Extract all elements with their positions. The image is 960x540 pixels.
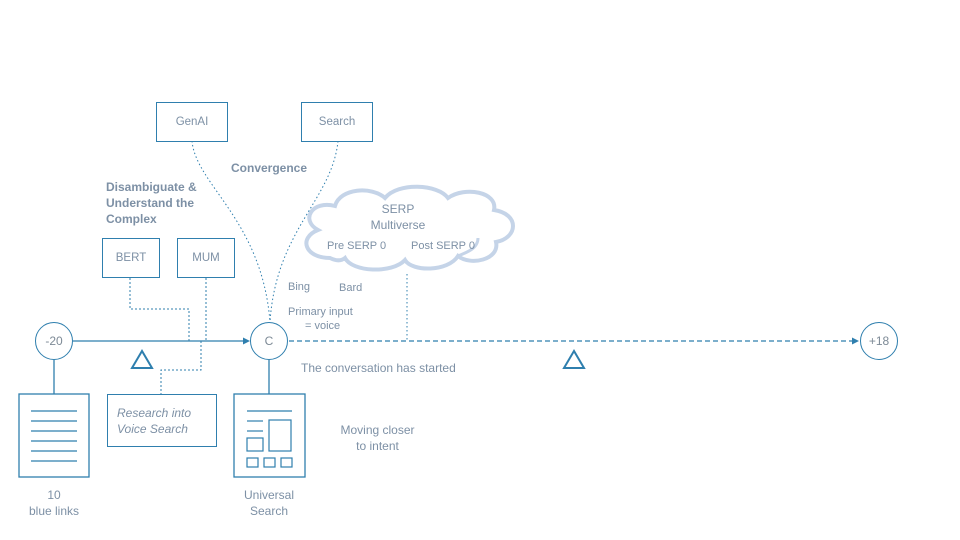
triangle-icon	[562, 349, 586, 369]
timeline-start-node: -20	[35, 322, 73, 360]
disambiguate-line-2: Understand the	[106, 196, 195, 210]
moving-closer-line-1: Moving closer	[340, 423, 415, 437]
genai-box: GenAI	[156, 102, 228, 142]
end-label: +18	[868, 334, 890, 348]
post-serp-label: Post SERP 0	[411, 240, 475, 252]
arrowhead-icon	[243, 337, 250, 345]
universal-search-line-1: Universal	[243, 488, 294, 502]
ten-blue-links-line-2: blue links	[28, 504, 80, 518]
bert-connector	[129, 278, 190, 341]
disambiguate-line-3: Complex	[106, 212, 157, 226]
arrowhead-icon	[852, 337, 859, 345]
conversation-label: The conversation has started	[301, 361, 456, 375]
cloud-title-line-1: SERP	[381, 202, 415, 216]
pre-serp-label: Pre SERP 0	[327, 240, 387, 252]
convergence-label: Convergence	[231, 161, 308, 175]
genai-label: GenAI	[175, 116, 209, 128]
universal-search-line-2: Search	[249, 504, 289, 518]
bard-label: Bard	[339, 282, 363, 294]
bert-box: BERT	[102, 238, 160, 278]
search-label: Search	[318, 116, 356, 128]
start-label: -20	[45, 334, 63, 348]
moving-closer-line-2: to intent	[356, 439, 399, 453]
mum-box: MUM	[177, 238, 235, 278]
document-lines-icon	[18, 393, 90, 478]
search-box: Search	[301, 102, 373, 142]
research-box: Research into Voice Search	[107, 394, 217, 447]
universal-search-layout-icon	[233, 393, 306, 478]
cloud-title-line-2: Multiverse	[370, 218, 426, 232]
disambiguate-line-1: Disambiguate &	[106, 180, 197, 194]
mum-connector	[160, 278, 207, 395]
primary-input-line-2: = voice	[305, 320, 341, 332]
timeline-center-node: C	[250, 322, 288, 360]
timeline-end-node: +18	[860, 322, 898, 360]
triangle-icon	[130, 349, 154, 369]
ten-blue-links-line-1: 10	[47, 488, 61, 502]
bing-label: Bing	[288, 281, 311, 293]
research-label: Research into Voice Search	[117, 405, 192, 436]
bert-label: BERT	[115, 252, 147, 264]
mum-label: MUM	[192, 252, 220, 264]
center-label: C	[264, 334, 274, 348]
